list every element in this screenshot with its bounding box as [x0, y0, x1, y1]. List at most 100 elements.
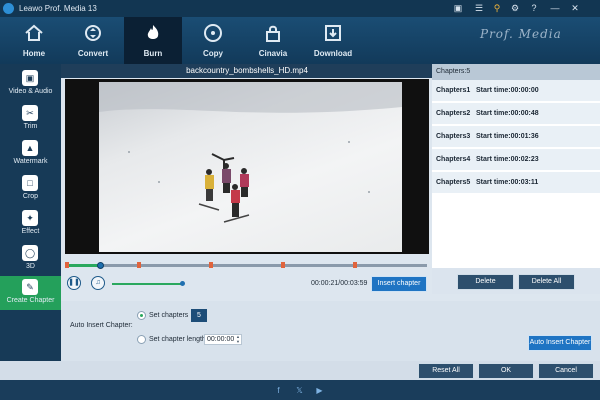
delete-all-chapters-button[interactable]: Delete All: [518, 274, 575, 290]
sidebar-item-create-chapter[interactable]: ✎ Create Chapter: [0, 276, 61, 310]
facebook-icon[interactable]: f: [274, 386, 283, 395]
chapter-list-header: Chapters:5: [432, 64, 600, 80]
nav-cinavia-label: Cinavia: [258, 49, 288, 58]
minimize-icon[interactable]: —: [549, 3, 561, 14]
nav-copy[interactable]: Copy: [184, 17, 242, 64]
auto-insert-panel: Auto Insert Chapter: Set chapters 5 Set …: [61, 301, 600, 361]
start-time-value: 00:00:00: [510, 87, 539, 94]
key-icon[interactable]: ☰: [473, 3, 485, 14]
sidebar-item-label: Effect: [21, 228, 40, 235]
sidebar-item-label: Watermark: [13, 158, 48, 165]
main-navigation: Home Convert Burn Copy Cinavia Download …: [0, 17, 600, 64]
convert-icon: [85, 25, 101, 41]
volume-button[interactable]: ♫: [91, 276, 105, 290]
start-time-label: Start time:: [476, 133, 511, 140]
nav-convert[interactable]: Convert: [64, 17, 122, 64]
start-time-value: 00:00:48: [510, 110, 539, 117]
sidebar-item-watermark[interactable]: ▲ Watermark: [0, 137, 61, 171]
insert-chapter-button[interactable]: Insert chapter: [371, 276, 427, 292]
cart-icon[interactable]: ▣: [452, 3, 464, 14]
chapter-name: Chapters1: [436, 87, 471, 94]
cancel-button[interactable]: Cancel: [538, 363, 594, 379]
chapter-name: Chapters5: [436, 179, 471, 186]
chapter-marker[interactable]: [137, 262, 141, 268]
effect-icon: ✦: [22, 210, 38, 226]
lock-icon: [266, 25, 280, 42]
chapter-list-item[interactable]: Chapters3 Start time:00:01:36: [432, 126, 600, 148]
start-time-value: 00:01:36: [510, 133, 539, 140]
chapter-list-item[interactable]: Chapters5 Start time:00:03:11: [432, 172, 600, 194]
window-title: Leawo Prof. Media 13: [19, 4, 97, 13]
nav-burn[interactable]: Burn: [124, 17, 182, 64]
start-time-label: Start time:: [476, 156, 511, 163]
nav-download-label: Download: [313, 49, 353, 58]
pause-button[interactable]: ❚❚: [67, 276, 81, 290]
nav-cinavia[interactable]: Cinavia: [244, 17, 302, 64]
sidebar-item-label: Video & Audio: [8, 88, 53, 95]
footer-bar: Reset All OK Cancel f 𝕏 ▶: [0, 361, 600, 400]
volume-slider[interactable]: [112, 283, 183, 285]
sidebar-item-label: 3D: [26, 263, 35, 270]
timeline-playhead[interactable]: [97, 262, 104, 269]
start-time-label: Start time:: [476, 87, 511, 94]
sidebar-item-effect[interactable]: ✦ Effect: [0, 207, 61, 241]
sidebar-item-video-audio[interactable]: ▣ Video & Audio: [0, 67, 61, 101]
volume-slider-knob[interactable]: [180, 281, 185, 286]
start-time-value: 00:02:23: [510, 156, 539, 163]
chapter-marker[interactable]: [281, 262, 285, 268]
file-name: backcountry_bombshells_HD.mp4: [61, 64, 433, 78]
timeline-track[interactable]: [65, 264, 427, 267]
timeline-played-portion: [65, 264, 101, 267]
video-preview[interactable]: [65, 79, 429, 254]
nav-copy-label: Copy: [203, 49, 223, 58]
brand-logo-text: Prof. Media: [480, 27, 562, 41]
chapter-count-field[interactable]: 5: [191, 309, 207, 322]
watermark-icon: ▲: [22, 140, 38, 156]
app-logo-icon: [3, 3, 14, 14]
sidebar-item-trim[interactable]: ✂ Trim: [0, 102, 61, 136]
lock-key-icon[interactable]: ⚲: [491, 3, 503, 14]
time-display: 00:00:21/00:03:59: [311, 280, 368, 287]
x-twitter-icon[interactable]: 𝕏: [295, 386, 304, 395]
chapter-start-time: Start time:00:00:48: [476, 110, 539, 117]
set-chapters-radio[interactable]: [137, 311, 146, 320]
nav-home-label: Home: [22, 49, 46, 58]
delete-chapter-button[interactable]: Delete: [457, 274, 514, 290]
chapter-list-item[interactable]: Chapters2 Start time:00:00:48: [432, 103, 600, 125]
set-chapter-length-radio[interactable]: [137, 335, 146, 344]
chapter-list-panel: Chapters:5 Chapters1 Start time:00:00:00…: [432, 64, 600, 292]
sidebar-item-3d[interactable]: ◯ 3D: [0, 242, 61, 276]
chapter-name: Chapters2: [436, 110, 471, 117]
reset-all-button[interactable]: Reset All: [418, 363, 474, 379]
close-icon[interactable]: ✕: [569, 3, 581, 14]
nav-home[interactable]: Home: [5, 17, 63, 64]
sidebar-item-crop[interactable]: □ Crop: [0, 172, 61, 206]
sidebar-item-label: Crop: [22, 193, 39, 200]
chapter-marker[interactable]: [65, 262, 69, 268]
sidebar-item-label: Trim: [23, 123, 38, 130]
set-chapters-label: Set chapters: [149, 312, 189, 319]
nav-download[interactable]: Download: [304, 17, 362, 64]
video-icon: ▣: [22, 70, 38, 86]
chapter-length-stepper[interactable]: ▲ ▼: [235, 334, 241, 345]
help-icon[interactable]: ?: [528, 3, 540, 14]
youtube-icon[interactable]: ▶: [315, 386, 324, 395]
chapter-list-item[interactable]: Chapters1 Start time:00:00:00: [432, 80, 600, 102]
scissors-icon: ✂: [22, 105, 38, 121]
chapter-list-item[interactable]: Chapters4 Start time:00:02:23: [432, 149, 600, 171]
download-icon: [325, 25, 341, 41]
nav-burn-label: Burn: [143, 49, 163, 58]
chapter-name: Chapters3: [436, 133, 471, 140]
ok-button[interactable]: OK: [478, 363, 534, 379]
chapter-marker[interactable]: [209, 262, 213, 268]
home-icon: [25, 24, 43, 41]
start-time-label: Start time:: [476, 179, 511, 186]
chapter-start-time: Start time:00:02:23: [476, 156, 539, 163]
auto-insert-label: Auto Insert Chapter:: [70, 322, 133, 329]
start-time-value: 00:03:11: [510, 179, 539, 186]
crop-icon: □: [22, 175, 38, 191]
chapter-marker[interactable]: [353, 262, 357, 268]
gear-icon[interactable]: ⚙: [509, 3, 521, 14]
auto-insert-chapter-button[interactable]: Auto Insert Chapter: [528, 335, 592, 351]
chapter-start-time: Start time:00:01:36: [476, 133, 539, 140]
